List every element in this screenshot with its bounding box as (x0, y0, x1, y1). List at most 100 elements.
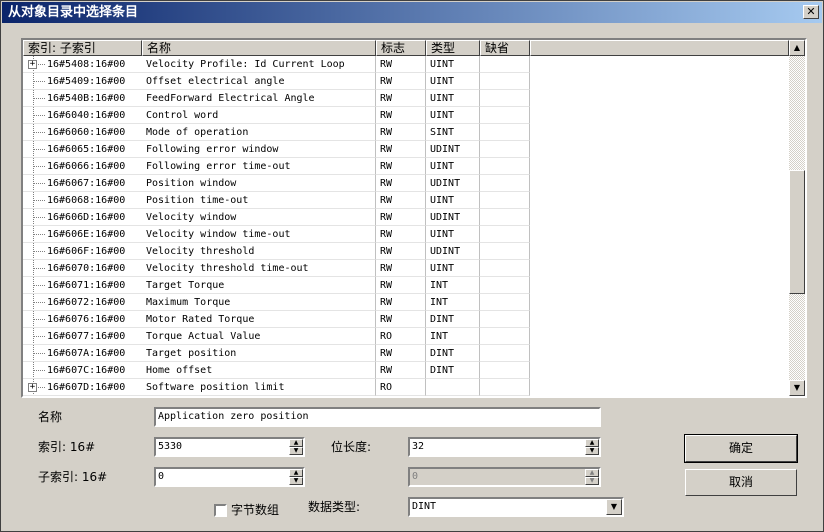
bit-length-spin-buttons: ▲ ▼ (585, 439, 599, 455)
cell-index: 16#6077:16#00 (23, 328, 142, 345)
index-decrement-button[interactable]: ▼ (289, 447, 303, 455)
cell-flag: RW (376, 192, 426, 209)
cell-name: Maximum Torque (142, 294, 376, 311)
cell-index: 16#6070:16#00 (23, 260, 142, 277)
cell-type: UDINT (426, 141, 480, 158)
scroll-thumb[interactable] (789, 170, 805, 294)
subindex-increment-button[interactable]: ▲ (289, 469, 303, 477)
cell-flag: RW (376, 175, 426, 192)
cell-index: 16#607D:16#00 (23, 379, 142, 396)
close-button[interactable]: ✕ (803, 5, 819, 19)
object-directory-list[interactable]: 索引: 子索引 名称 标志 类型 缺省 +16#5408:16#00 Veloci… (21, 38, 807, 398)
subindex-decrement-button[interactable]: ▼ (289, 477, 303, 485)
cell-type: SINT (426, 124, 480, 141)
table-row[interactable]: 16#606E:16#00 Velocity window time-out RW U… (23, 226, 789, 243)
table-row[interactable]: 16#6076:16#00 Motor Rated Torque RW DINT (23, 311, 789, 328)
bit-length-increment-button[interactable]: ▲ (585, 439, 599, 447)
index-field[interactable]: 5330 (154, 437, 305, 457)
table-row[interactable]: 16#6071:16#00 Target Torque RW INT (23, 277, 789, 294)
cell-name: Following error time-out (142, 158, 376, 175)
datatype-combobox[interactable]: DINT ▼ (408, 497, 624, 517)
cell-default (480, 294, 530, 311)
cell-flag: RW (376, 362, 426, 379)
table-row[interactable]: 16#540B:16#00 FeedForward Electrical Angl… (23, 90, 789, 107)
table-row[interactable]: 16#607A:16#00 Target position RW DINT (23, 345, 789, 362)
column-header-flag[interactable]: 标志 (376, 40, 426, 56)
column-header-default[interactable]: 缺省 (480, 40, 530, 56)
name-label: 名称 (38, 410, 63, 424)
cell-default (480, 107, 530, 124)
table-row[interactable]: 16#5409:16#00 Offset electrical angle RW UI… (23, 73, 789, 90)
datatype-label: 数据类型: (308, 500, 361, 514)
vertical-scrollbar[interactable]: ▲ ▼ (789, 40, 805, 396)
cell-index: 16#6068:16#00 (23, 192, 142, 209)
cell-name: Torque Actual Value (142, 328, 376, 345)
cell-type: INT (426, 277, 480, 294)
cell-flag: RW (376, 294, 426, 311)
cell-default (480, 73, 530, 90)
table-row[interactable]: +16#607D:16#00 Software position limit RO (23, 379, 789, 396)
column-header-name[interactable]: 名称 (142, 40, 376, 56)
bit-length-field[interactable]: 32 (408, 437, 601, 457)
cell-default (480, 328, 530, 345)
subindex-spinner: 0 ▲ ▼ (154, 467, 305, 487)
cell-type: UDINT (426, 209, 480, 226)
cell-flag: RW (376, 107, 426, 124)
cell-name: Mode of operation (142, 124, 376, 141)
table-row[interactable]: 16#6072:16#00 Maximum Torque RW INT (23, 294, 789, 311)
cell-name: Velocity Profile: Id Current Loop (142, 56, 376, 73)
scroll-up-button[interactable]: ▲ (789, 40, 805, 56)
cell-default (480, 362, 530, 379)
table-row[interactable]: 16#6060:16#00 Mode of operation RW SINT (23, 124, 789, 141)
cell-default (480, 226, 530, 243)
cell-index: 16#6065:16#00 (23, 141, 142, 158)
cell-index: 16#607A:16#00 (23, 345, 142, 362)
cell-flag: RW (376, 277, 426, 294)
subindex-field[interactable]: 0 (154, 467, 305, 487)
cell-index: 16#540B:16#00 (23, 90, 142, 107)
table-row[interactable]: 16#6065:16#00 Following error window RW UDI… (23, 141, 789, 158)
cell-index: 16#6040:16#00 (23, 107, 142, 124)
cell-name: Velocity window (142, 209, 376, 226)
bit-length-spinner: 32 ▲ ▼ (408, 437, 601, 457)
datatype-dropdown-arrow[interactable]: ▼ (606, 499, 622, 515)
cell-default (480, 124, 530, 141)
column-header-type[interactable]: 类型 (426, 40, 480, 56)
table-row[interactable]: 16#6067:16#00 Position window RW UDINT (23, 175, 789, 192)
cell-index: 16#606F:16#00 (23, 243, 142, 260)
disabled-field: 0 (408, 467, 601, 487)
cell-type: DINT (426, 311, 480, 328)
bit-length-decrement-button[interactable]: ▼ (585, 447, 599, 455)
table-row[interactable]: 16#6068:16#00 Position time-out RW UINT (23, 192, 789, 209)
table-row[interactable]: 16#6066:16#00 Following error time-out RW U… (23, 158, 789, 175)
cell-flag: RW (376, 260, 426, 277)
byte-array-checkbox[interactable] (214, 504, 227, 517)
table-row[interactable]: 16#606F:16#00 Velocity threshold RW UDINT (23, 243, 789, 260)
table-row[interactable]: 16#6070:16#00 Velocity threshold time-out… (23, 260, 789, 277)
cell-index: 16#606E:16#00 (23, 226, 142, 243)
cell-index: 16#6066:16#00 (23, 158, 142, 175)
scroll-down-button[interactable]: ▼ (789, 380, 805, 396)
cell-flag: RW (376, 226, 426, 243)
table-row[interactable]: 16#607C:16#00 Home offset RW DINT (23, 362, 789, 379)
cell-name: Control word (142, 107, 376, 124)
bit-length-label: 位长度: (331, 440, 372, 454)
cell-name: Offset electrical angle (142, 73, 376, 90)
cell-type: UINT (426, 226, 480, 243)
cancel-button[interactable]: 取消 (685, 469, 797, 496)
table-row[interactable]: 16#606D:16#00 Velocity window RW UDINT (23, 209, 789, 226)
cell-default (480, 56, 530, 73)
list-header: 索引: 子索引 名称 标志 类型 缺省 (23, 40, 789, 56)
byte-array-label[interactable]: 字节数组 (231, 502, 279, 518)
index-increment-button[interactable]: ▲ (289, 439, 303, 447)
table-row[interactable]: 16#6040:16#00 Control word RW UINT (23, 107, 789, 124)
cell-type: UINT (426, 73, 480, 90)
title-bar[interactable]: 从对象目录中选择条目 ✕ (2, 2, 822, 23)
ok-button[interactable]: 确定 (684, 434, 798, 463)
name-field[interactable]: Application zero position (154, 407, 601, 427)
column-header-index[interactable]: 索引: 子索引 (23, 40, 142, 56)
table-row[interactable]: 16#6077:16#00 Torque Actual Value RO INT (23, 328, 789, 345)
cell-default (480, 175, 530, 192)
cell-default (480, 209, 530, 226)
table-row[interactable]: +16#5408:16#00 Velocity Profile: Id Curre… (23, 56, 789, 73)
